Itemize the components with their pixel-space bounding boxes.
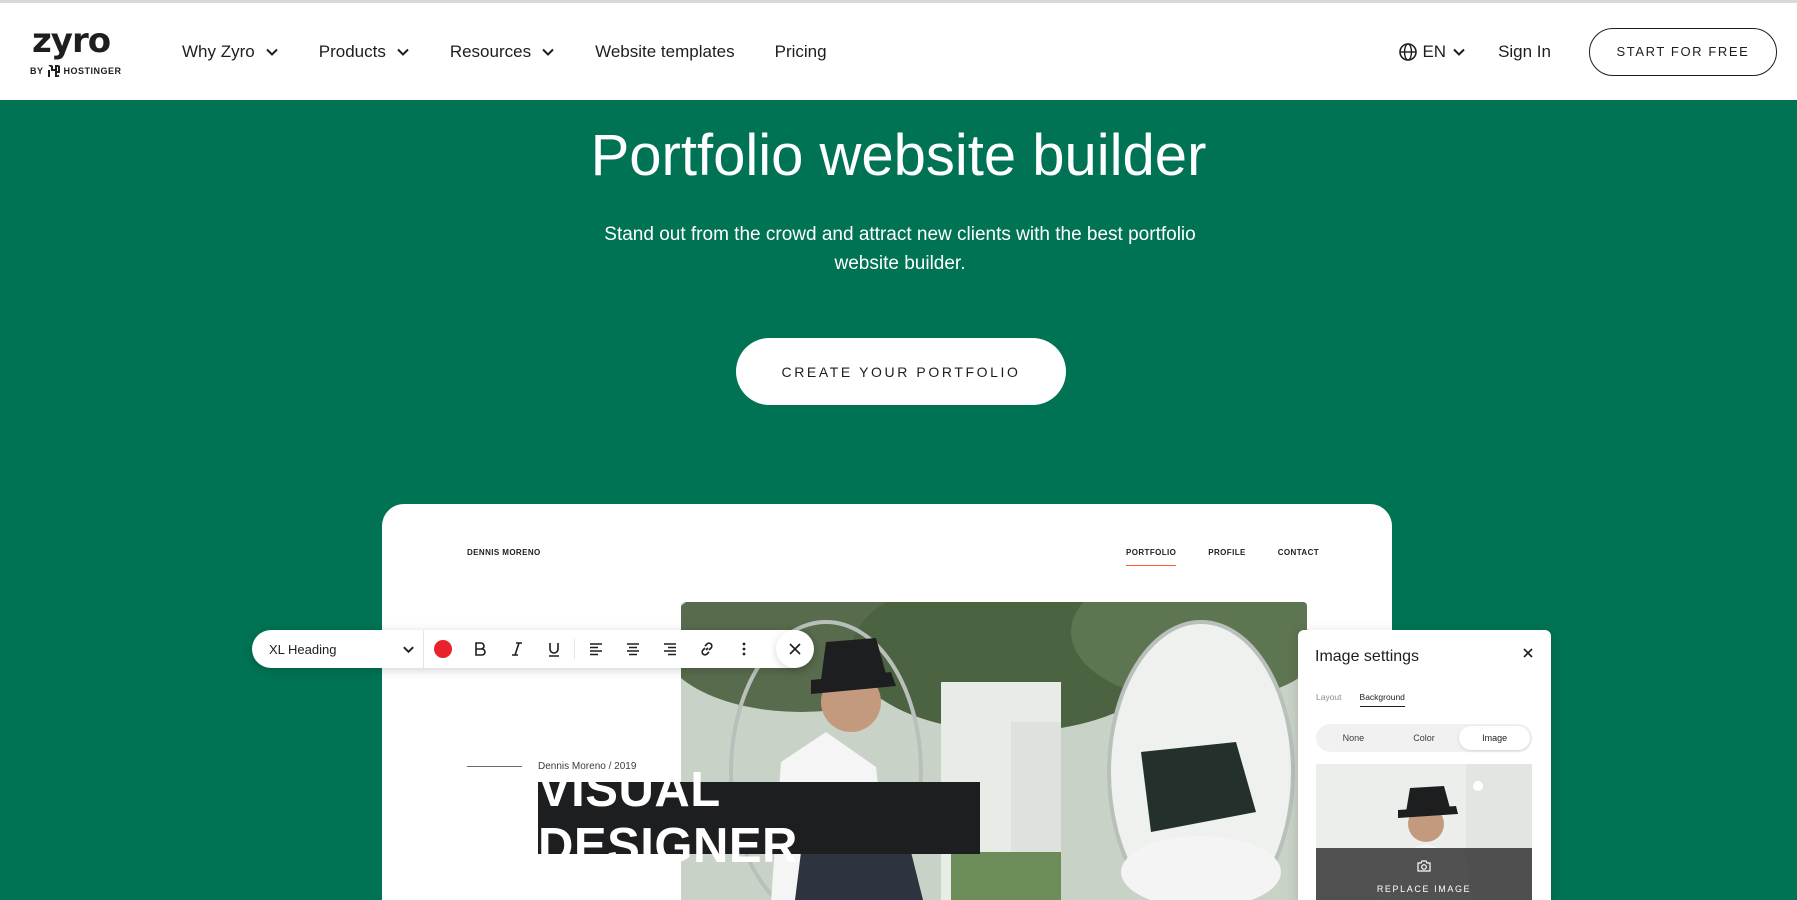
- chevron-down-icon: [1453, 48, 1465, 56]
- option-none[interactable]: None: [1318, 726, 1389, 750]
- option-color[interactable]: Color: [1389, 726, 1460, 750]
- heading-style-select[interactable]: XL Heading: [252, 630, 424, 668]
- toolbar-divider: [574, 639, 575, 659]
- mockup-nav-profile: PROFILE: [1208, 548, 1246, 557]
- background-type-toggle: None Color Image: [1316, 724, 1532, 752]
- language-label: EN: [1422, 41, 1447, 61]
- more-icon: [742, 642, 745, 656]
- mockup-site-name: DENNIS MORENO: [467, 548, 541, 557]
- image-settings-tabs: Layout Background: [1316, 692, 1405, 707]
- logo-byline: BY HOSTINGER: [30, 65, 122, 77]
- chevron-down-icon: [397, 48, 409, 56]
- image-settings-panel: Image settings Layout Background None Co…: [1298, 630, 1551, 900]
- link-icon: [700, 642, 713, 656]
- link-button[interactable]: [688, 630, 725, 668]
- chevron-down-icon: [266, 48, 278, 56]
- align-left-icon: [589, 643, 602, 656]
- camera-icon: [1417, 860, 1431, 872]
- align-right-icon: [663, 643, 676, 656]
- option-image[interactable]: Image: [1459, 726, 1531, 750]
- nav-resources[interactable]: Resources: [450, 42, 555, 62]
- nav-website-templates[interactable]: Website templates: [595, 42, 735, 62]
- create-portfolio-button[interactable]: CREATE YOUR PORTFOLIO: [736, 338, 1066, 405]
- chevron-down-icon: [542, 48, 554, 56]
- align-center-button[interactable]: [614, 630, 651, 668]
- meta-divider: [467, 766, 522, 767]
- tab-layout[interactable]: Layout: [1316, 692, 1342, 707]
- nav-why-zyro[interactable]: Why Zyro: [182, 42, 279, 62]
- sign-in-link[interactable]: Sign In: [1498, 42, 1551, 62]
- close-icon: [789, 643, 801, 655]
- nav-products[interactable]: Products: [319, 42, 410, 62]
- site-header: zyro BY HOSTINGER Why Zyro Products Reso…: [0, 3, 1797, 100]
- nav-label: Website templates: [595, 41, 735, 61]
- image-settings-title: Image settings: [1315, 648, 1420, 665]
- start-for-free-button[interactable]: START FOR FREE: [1589, 27, 1777, 76]
- language-selector[interactable]: EN: [1398, 42, 1466, 62]
- editor-mockup: DENNIS MORENO PORTFOLIO PROFILE CONTACT: [382, 504, 1392, 900]
- hero-title: Portfolio website builder: [590, 123, 1207, 188]
- italic-button[interactable]: [498, 630, 535, 668]
- header-actions: EN Sign In START FOR FREE: [1398, 3, 1777, 100]
- replace-image-button[interactable]: REPLACE IMAGE: [1316, 848, 1532, 900]
- nav-label: Products: [318, 41, 386, 61]
- text-toolbar: XL Heading: [252, 630, 812, 668]
- mockup-nav-portfolio: PORTFOLIO: [1126, 548, 1177, 566]
- bold-button[interactable]: [461, 630, 498, 668]
- tab-background[interactable]: Background: [1359, 692, 1405, 707]
- toolbar-close-button[interactable]: [776, 630, 814, 668]
- underline-icon: [548, 643, 559, 657]
- nav-label: Resources: [449, 41, 532, 61]
- align-left-button[interactable]: [577, 630, 614, 668]
- mockup-nav-contact: CONTACT: [1277, 548, 1320, 557]
- nav-pricing[interactable]: Pricing: [775, 42, 827, 62]
- chevron-down-icon: [403, 646, 414, 653]
- hero-section: Portfolio website builder Stand out from…: [0, 100, 1797, 900]
- align-center-icon: [626, 643, 639, 656]
- heading-style-value: XL Heading: [269, 641, 337, 657]
- globe-icon: [1399, 42, 1418, 61]
- mockup-heading[interactable]: VISUAL DESIGNER: [538, 763, 980, 873]
- color-swatch: [433, 640, 452, 658]
- hero-subtitle: Stand out from the crowd and attract new…: [604, 224, 1196, 274]
- logo-brand: HOSTINGER: [63, 66, 122, 76]
- background-image-thumbnail: REPLACE IMAGE: [1316, 764, 1532, 900]
- logo-wordmark: zyro: [32, 21, 111, 61]
- mockup-site-nav: PORTFOLIO PROFILE CONTACT: [1126, 548, 1319, 566]
- replace-image-label: REPLACE IMAGE: [1376, 884, 1472, 894]
- main-nav: Why Zyro Products Resources Website temp…: [182, 3, 867, 100]
- nav-label: Why Zyro: [182, 41, 255, 61]
- logo-by: BY: [30, 66, 44, 76]
- text-color-button[interactable]: [424, 630, 461, 668]
- bold-icon: [474, 642, 486, 656]
- italic-icon: [511, 642, 522, 656]
- more-options-button[interactable]: [725, 630, 762, 668]
- close-icon[interactable]: [1521, 646, 1535, 660]
- align-right-button[interactable]: [651, 630, 688, 668]
- zyro-logo[interactable]: zyro BY HOSTINGER: [30, 21, 122, 81]
- underline-button[interactable]: [535, 630, 572, 668]
- nav-label: Pricing: [774, 41, 827, 61]
- hostinger-mark-icon: [47, 65, 60, 77]
